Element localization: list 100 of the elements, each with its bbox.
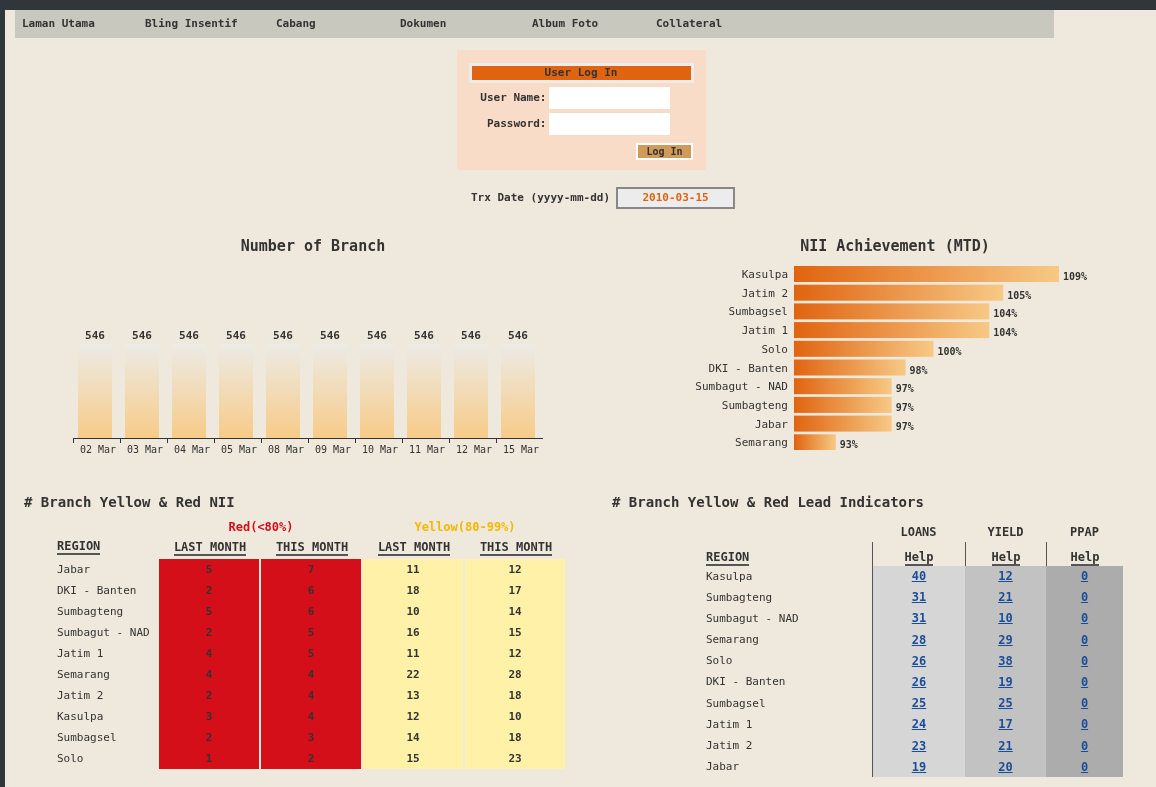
table-cell-text: 18 [405, 582, 421, 599]
axis-label: Sumbagteng [721, 398, 788, 412]
count-link[interactable]: 40 [911, 569, 927, 584]
table-cell-text: Sumbagteng [706, 589, 774, 606]
table-cell-text: Sumbagsel [706, 695, 767, 712]
table-cell-text: 14 [405, 729, 421, 746]
table-cell-text: 6 [306, 603, 316, 620]
column-header: LAST MONTH [377, 539, 451, 556]
table-cell-text: 3 [204, 708, 214, 725]
data-label: 546 [132, 328, 152, 342]
count-link[interactable]: 21 [998, 738, 1013, 753]
table-cell-text: 18 [507, 729, 523, 746]
table-cell-text: Jatim 2 [57, 687, 105, 704]
nav-link[interactable]: Bling Insentif [145, 15, 276, 33]
input-field[interactable] [548, 113, 670, 135]
table-cell-text: 10 [507, 708, 523, 725]
axis-label: 11 Mar [408, 443, 446, 455]
axis-label: 02 Mar [79, 443, 117, 455]
column-header: LAST MONTH [173, 539, 247, 556]
table-cell-text: 4 [306, 708, 316, 725]
data-label: 104% [993, 326, 1018, 338]
login-button[interactable]: Log In [636, 143, 693, 160]
nav-link[interactable]: Collateral [656, 15, 723, 33]
table-cell-text: 12 [405, 708, 421, 725]
table-cell-text: 10 [405, 603, 421, 620]
count-link[interactable]: 0 [1080, 611, 1089, 626]
count-link[interactable]: 19 [911, 759, 927, 774]
table-cell-text: Sumbagsel [57, 729, 118, 746]
table-cell-text: Semarang [706, 632, 760, 649]
count-link[interactable]: 31 [911, 611, 927, 626]
count-link[interactable]: 0 [1080, 675, 1089, 690]
data-label: 97% [895, 382, 914, 394]
count-link[interactable]: 0 [1080, 696, 1089, 711]
count-link[interactable]: 26 [911, 653, 927, 668]
axis-label: Sumbagsel [728, 304, 788, 318]
group-label: Red(<80%) [227, 518, 295, 536]
axis-label: 04 Mar [173, 443, 211, 455]
data-label: 97% [895, 420, 914, 432]
field-label: Password: [485, 115, 548, 132]
data-label: 100% [937, 345, 962, 357]
axis-label: Jabar [754, 417, 788, 431]
table-cell-text: 7 [306, 561, 316, 578]
table-cell-text: 18 [507, 687, 523, 704]
table-cell-text: Semarang [57, 666, 111, 683]
table-cell-text: Sumbagteng [57, 603, 125, 620]
count-link[interactable]: 0 [1080, 738, 1089, 753]
table-cell-text: Jabar [706, 759, 741, 776]
group-label: Yellow(80-99%) [413, 518, 517, 536]
count-link[interactable]: 28 [911, 632, 927, 647]
table-cell-text: 6 [306, 582, 316, 599]
table-cell-text: 2 [306, 750, 316, 767]
count-link[interactable]: 0 [1080, 653, 1089, 668]
data-label: 546 [320, 328, 340, 342]
nav-link[interactable]: Cabang [276, 15, 400, 33]
count-link[interactable]: 21 [998, 590, 1013, 605]
table-cell-text: 12 [507, 645, 523, 662]
field-label: User Name: [479, 89, 548, 106]
input-field[interactable] [548, 87, 670, 109]
count-link[interactable]: 25 [911, 696, 927, 711]
axis-label: Solo [761, 342, 788, 356]
data-label: 105% [1007, 289, 1032, 301]
axis-label: 15 Mar [502, 443, 540, 455]
chart-title: NII Achievement (MTD) [800, 236, 990, 257]
count-link[interactable]: 26 [911, 675, 927, 690]
table-cell-text: 28 [507, 666, 523, 683]
table-cell-text: 2 [204, 729, 214, 746]
count-link[interactable]: 0 [1080, 590, 1089, 605]
data-label: 546 [179, 328, 199, 342]
table-cell-text: 3 [306, 729, 316, 746]
data-label: 98% [909, 364, 928, 375]
count-link[interactable]: 19 [998, 675, 1013, 690]
axis-label: Sumbagut - NAD [695, 379, 788, 393]
count-link[interactable]: 23 [911, 738, 927, 753]
count-link[interactable]: 20 [998, 759, 1013, 774]
table-cell-text: 11 [405, 645, 421, 662]
count-link[interactable]: 0 [1080, 632, 1089, 647]
table-cell-text: 12 [507, 561, 523, 578]
count-link[interactable]: 38 [998, 653, 1013, 668]
date-field[interactable]: 2010-03-15 [616, 187, 736, 209]
nav-link[interactable]: Album Foto [532, 15, 656, 33]
table-cell-text: 4 [204, 666, 214, 683]
count-link[interactable]: 12 [998, 569, 1013, 584]
count-link[interactable]: 0 [1080, 569, 1089, 584]
data-label: 546 [273, 328, 293, 342]
axis-label: 10 Mar [361, 443, 399, 455]
axis-label: DKI - Banten [708, 361, 788, 374]
nav-link[interactable]: Laman Utama [22, 15, 145, 33]
count-link[interactable]: 0 [1080, 717, 1089, 732]
data-label: 546 [414, 328, 434, 342]
count-link[interactable]: 29 [998, 632, 1013, 647]
table-cell-text: 4 [204, 645, 214, 662]
axis-label: Semarang [735, 435, 788, 449]
count-link[interactable]: 0 [1080, 759, 1089, 774]
nav-link[interactable]: Dokumen [400, 15, 532, 33]
count-link[interactable]: 24 [911, 717, 927, 732]
table-cell-text: 2 [204, 687, 214, 704]
count-link[interactable]: 25 [998, 696, 1013, 711]
count-link[interactable]: 10 [998, 611, 1013, 626]
count-link[interactable]: 31 [911, 590, 927, 605]
count-link[interactable]: 17 [998, 717, 1013, 732]
